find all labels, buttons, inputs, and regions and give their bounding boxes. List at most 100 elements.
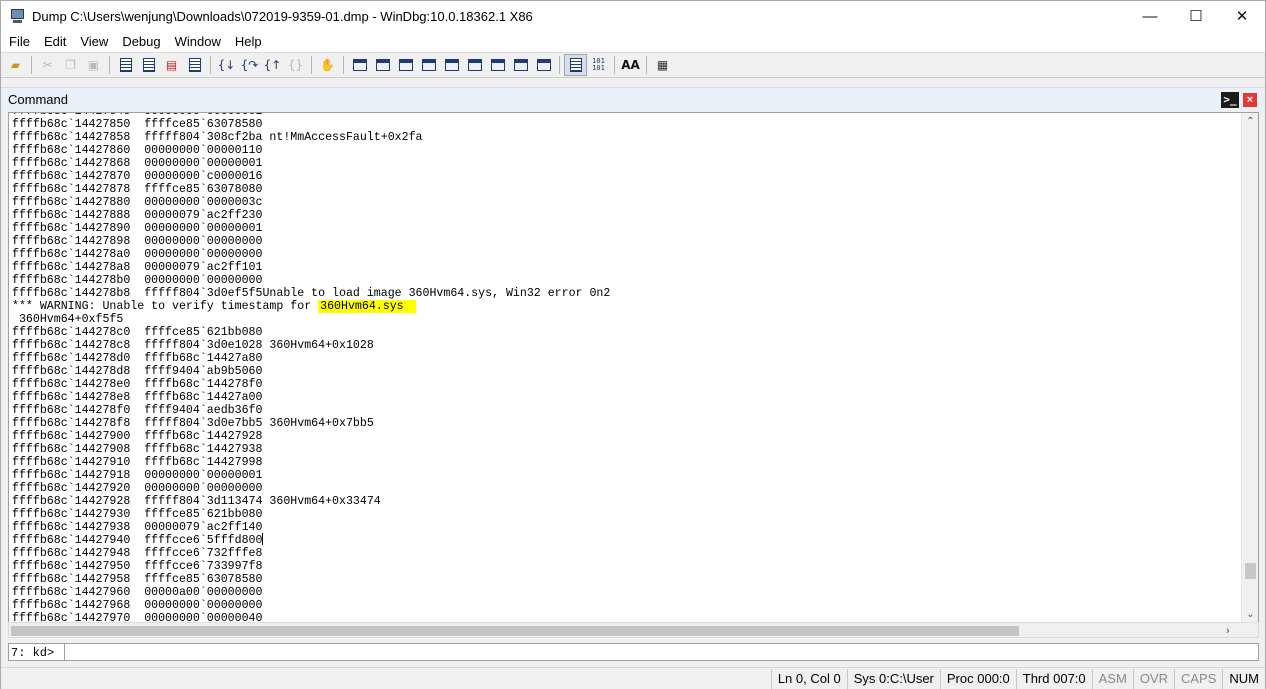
hex-mode-icon[interactable]: 101 101 [587,54,610,76]
command-output[interactable]: ffffb68c`14427848 00000000`00000001ffffb… [8,112,1259,623]
output-line: ffffb68c`14427898 00000000`00000000 [12,234,263,248]
output-line: ffffb68c`14427968 00000000`00000000 [12,599,263,613]
source-mode-icon[interactable] [564,54,587,76]
go-icon[interactable] [137,54,160,76]
status-sys: Sys 0:C:\User [846,668,940,689]
output-line: ffffb68c`14427948 ffffcce6`732fffe8 [12,547,263,561]
status-thrd: Thrd 007:0 [1015,668,1092,689]
output-line: ffffb68c`144278a8 00000079`ac2ff101 [12,260,263,274]
horizontal-scrollbar[interactable]: › [8,622,1259,638]
pane-close-icon[interactable]: × [1243,92,1257,107]
windbg-app-icon [10,8,26,24]
output-line: 360Hvm64+0xf5f5 [12,312,124,326]
text-caret [262,533,264,546]
step-into-icon[interactable]: {↓ [215,54,238,76]
command-line: 7: kd> [8,643,1259,661]
output-line: ffffb68c`14427888 00000079`ac2ff230 [12,208,263,222]
output-line: ffffb68c`144278f0 ffff9404`aedb36f0 [12,403,263,417]
output-line: ffffb68c`14427960 00000a00`00000000 [12,586,263,600]
memory-icon[interactable] [440,54,463,76]
run-to-cursor-icon[interactable]: {} [284,54,307,76]
close-button[interactable]: ✕ [1219,1,1265,31]
breakpoints-icon[interactable]: ✋ [316,54,339,76]
command-window-icon[interactable] [348,54,371,76]
output-line: ffffb68c`14427890 00000000`00000001 [12,221,263,235]
scroll-up-icon[interactable]: ⌃ [1242,113,1258,130]
output-line: ffffb68c`14427910 ffffb68c`14427998 [12,455,263,469]
scratch-pad-icon[interactable] [509,54,532,76]
locals-icon[interactable] [394,54,417,76]
toolbar-separator [311,56,312,74]
menu-window[interactable]: Window [168,31,228,52]
cut-icon[interactable]: ✂ [36,54,59,76]
call-stack-icon[interactable] [463,54,486,76]
maximize-button[interactable]: ☐ [1173,1,1219,31]
pane-title: Command [8,92,68,107]
restart-icon[interactable]: ▤ [160,54,183,76]
output-line: ffffb68c`14427870 00000000`c0000016 [12,169,263,183]
toolbar-separator [614,56,615,74]
status-bar: Ln 0, Col 0 Sys 0:C:\User Proc 000:0 Thr… [1,667,1265,689]
status-proc: Proc 000:0 [939,668,1016,689]
font-icon[interactable]: AA [619,54,642,76]
menu-file[interactable]: File [1,31,37,52]
output-line: ffffb68c`14427958 ffffce85`63078580 [12,573,263,587]
menu-view[interactable]: View [73,31,115,52]
highlighted-module-name: 360Hvm64.sys [318,299,416,313]
output-line: ffffb68c`14427938 00000079`ac2ff140 [12,520,263,534]
step-out-icon[interactable]: {↑ [261,54,284,76]
menu-debug[interactable]: Debug [115,31,167,52]
open-icon[interactable]: ▰ [4,54,27,76]
output-line: ffffb68c`14427918 00000000`00000001 [12,468,263,482]
vertical-scroll-thumb[interactable] [1245,563,1256,579]
menu-help[interactable]: Help [228,31,269,52]
insert-breakpoint-icon[interactable] [114,54,137,76]
command-input[interactable] [64,643,1259,661]
output-line: ffffb68c`144278e0 ffffb68c`144278f0 [12,377,263,391]
scroll-right-icon[interactable]: › [1226,623,1238,639]
watch-icon[interactable] [371,54,394,76]
break-icon[interactable] [183,54,206,76]
vertical-scrollbar[interactable]: ⌃ ⌄ [1241,113,1258,622]
output-line: ffffb68c`14427940 ffffcce6`5fffd800 [12,533,264,548]
output-line: ffffb68c`144278f8 fffff804`3d0e7bb5 360H… [12,416,374,430]
kd-prompt: 7: kd> [8,643,64,661]
output-line: ffffb68c`14427930 ffffce85`621bb080 [12,507,263,521]
output-line: ffffb68c`144278a0 00000000`00000000 [12,247,263,261]
horizontal-scroll-thumb[interactable] [11,626,1019,636]
status-caps: CAPS [1173,668,1222,689]
status-ovr: OVR [1132,668,1174,689]
prompt-icon[interactable]: >_ [1221,91,1239,108]
copy-icon[interactable]: ❐ [59,54,82,76]
output-line: ffffb68c`144278d0 ffffb68c`14427a80 [12,351,263,365]
warning-line: *** WARNING: Unable to verify timestamp … [12,299,610,313]
output-line: ffffb68c`14427920 00000000`00000000 [12,481,263,495]
windbg-window: Dump C:\Users\wenjung\Downloads\072019-9… [0,0,1266,689]
output-line: ffffb68c`144278b8 fffff804`3d0ef5f5Unabl… [12,286,611,300]
toolbar-separator [210,56,211,74]
registers-icon[interactable] [417,54,440,76]
menu-bar: File Edit View Debug Window Help [1,31,1265,52]
toolbar-separator [646,56,647,74]
output-line: ffffb68c`14427858 fffff804`308cf2ba nt!M… [12,130,423,144]
output-line: ffffb68c`14427878 ffffce85`63078080 [12,182,263,196]
menu-edit[interactable]: Edit [37,31,73,52]
options-icon[interactable]: ▦ [651,54,674,76]
minimize-button[interactable]: — [1127,1,1173,31]
output-line: ffffb68c`144278c8 fffff804`3d0e1028 360H… [12,338,374,352]
status-position: Ln 0, Col 0 [770,668,847,689]
output-line: ffffb68c`144278b0 00000000`00000000 [12,273,263,287]
output-line: ffffb68c`144278c0 ffffce85`621bb080 [12,325,263,339]
toolbar-separator [31,56,32,74]
output-line: ffffb68c`14427908 ffffb68c`14427938 [12,442,263,456]
step-over-icon[interactable]: {↷ [238,54,261,76]
status-asm: ASM [1091,668,1133,689]
output-line: ffffb68c`14427860 00000000`00000110 [12,143,263,157]
scroll-down-icon[interactable]: ⌄ [1242,606,1258,622]
disassembly-icon[interactable] [486,54,509,76]
toolbar-separator [109,56,110,74]
processes-threads-icon[interactable] [532,54,555,76]
output-line: ffffb68c`14427850 ffffce85`63078580 [12,117,263,131]
paste-icon[interactable]: ▣ [82,54,105,76]
toolbar: ▰ ✂ ❐ ▣ ▤ {↓ {↷ {↑ {} ✋ 101 101 AA ▦ [1,52,1265,78]
